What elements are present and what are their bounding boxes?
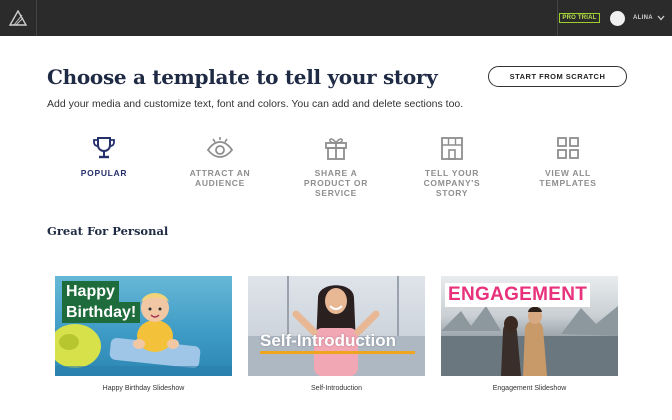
- template-card-engagement[interactable]: ENGAGEMENT Engagement Slideshow: [441, 276, 618, 392]
- storefront-icon: [441, 137, 463, 160]
- self-intro-photo: [248, 276, 425, 376]
- top-bar: PRO TRIAL ALINA: [0, 0, 672, 36]
- page-title: Choose a template to tell your story: [47, 65, 438, 89]
- overlay-box: Birthday!: [62, 302, 141, 323]
- pro-trial-badge[interactable]: PRO TRIAL: [559, 13, 600, 23]
- triangle-logo-icon: [9, 10, 27, 26]
- template-caption[interactable]: Self-Introduction: [248, 385, 425, 392]
- overlay-text: Happy: [66, 283, 115, 300]
- category-tell-your-story[interactable]: TELL YOUR COMPANY'S STORY: [407, 134, 497, 198]
- start-from-scratch-button[interactable]: START FROM SCRATCH: [488, 66, 627, 87]
- category-label: SHARE A PRODUCT OR SERVICE: [303, 168, 369, 198]
- user-menu[interactable]: ALINA: [601, 0, 672, 36]
- overlay-box: Happy: [62, 281, 119, 302]
- category-label: VIEW ALL TEMPLATES: [539, 168, 597, 188]
- eye-icon: [206, 137, 234, 158]
- template-caption[interactable]: Happy Birthday Slideshow: [55, 385, 232, 392]
- chevron-down-icon: [657, 15, 665, 21]
- overlay-text: Self-Introduction: [260, 331, 396, 350]
- section-title: Great For Personal: [47, 224, 169, 238]
- template-thumbnail[interactable]: Happy Birthday!: [55, 276, 232, 376]
- gift-icon: [325, 138, 347, 160]
- template-card-self-introduction[interactable]: Self-Introduction Self-Introduction: [248, 276, 425, 392]
- overlay-text: ENGAGEMENT: [448, 284, 588, 305]
- trophy-icon: [93, 137, 115, 159]
- pro-trial-cell: PRO TRIAL: [557, 0, 601, 36]
- category-label: POPULAR: [80, 168, 128, 178]
- template-card-happy-birthday[interactable]: Happy Birthday! Happy Birthday Slideshow: [55, 276, 232, 392]
- overlay-underline: [260, 351, 415, 354]
- category-attract-an-audience[interactable]: ATTRACT AN AUDIENCE: [175, 134, 265, 188]
- grid-icon: [557, 137, 579, 159]
- user-name: ALINA: [633, 15, 653, 21]
- template-thumbnail[interactable]: ENGAGEMENT: [441, 276, 618, 376]
- avatar[interactable]: [610, 10, 625, 26]
- logo-button[interactable]: [0, 0, 37, 36]
- template-thumbnail[interactable]: Self-Introduction: [248, 276, 425, 376]
- category-view-all-templates[interactable]: VIEW ALL TEMPLATES: [523, 134, 613, 188]
- template-caption[interactable]: Engagement Slideshow: [441, 385, 618, 392]
- page-subtitle: Add your media and customize text, font …: [47, 98, 464, 110]
- overlay-text: Birthday!: [66, 304, 137, 321]
- category-label: ATTRACT AN AUDIENCE: [189, 168, 251, 188]
- category-popular[interactable]: POPULAR: [59, 134, 149, 178]
- category-label: TELL YOUR COMPANY'S STORY: [423, 168, 481, 198]
- overlay-box: ENGAGEMENT: [445, 283, 591, 307]
- category-share-a-product[interactable]: SHARE A PRODUCT OR SERVICE: [291, 134, 381, 198]
